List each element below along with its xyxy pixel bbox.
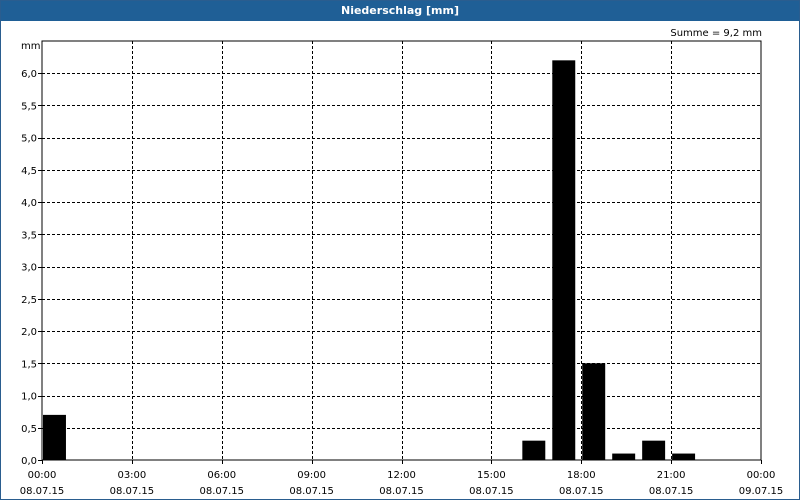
y-tick-label: 1,5 <box>21 359 37 370</box>
y-tick-label: 1,0 <box>21 392 37 403</box>
precipitation-bar <box>672 453 696 460</box>
y-tick-label: 2,5 <box>21 295 37 306</box>
y-tick-label: 2,0 <box>21 327 37 338</box>
x-tick-time: 00:00 <box>28 470 57 481</box>
precipitation-bar <box>642 440 666 460</box>
precipitation-bar <box>582 363 606 460</box>
x-tick-time: 00:00 <box>747 470 776 481</box>
x-tick-date: 08.07.15 <box>199 486 244 497</box>
y-tick-label: 5,0 <box>21 134 37 145</box>
precipitation-bar <box>552 60 576 460</box>
y-tick-label: 6,0 <box>21 69 37 80</box>
x-tick-date: 08.07.15 <box>110 486 155 497</box>
x-tick-time: 15:00 <box>477 470 506 481</box>
y-tick-label: 3,0 <box>21 263 37 274</box>
precipitation-bar <box>522 440 546 460</box>
x-tick-date: 08.07.15 <box>559 486 604 497</box>
y-tick-label: 3,5 <box>21 230 37 241</box>
sum-annotation: Summe = 9,2 mm <box>670 28 762 39</box>
x-tick-date: 08.07.15 <box>20 486 65 497</box>
x-tick-time: 06:00 <box>207 470 236 481</box>
precipitation-bar <box>43 414 66 460</box>
x-tick-time: 21:00 <box>657 470 686 481</box>
x-tick-time: 12:00 <box>387 470 416 481</box>
plot-area-border <box>41 40 762 461</box>
chart-plot: mm Summe = 9,2 mm 0,0 0,5 1,0 1,5 2,0 2,5 3,0 3… <box>20 28 784 497</box>
y-axis-unit-label: mm <box>21 41 40 52</box>
y-tick-label: 4,0 <box>21 198 37 209</box>
x-tick-date: 08.07.15 <box>289 486 334 497</box>
precipitation-bar <box>612 453 636 460</box>
x-tick-date: 08.07.15 <box>649 486 694 497</box>
x-tick-date: 08.07.15 <box>379 486 424 497</box>
x-tick-date: 09.07.15 <box>739 486 784 497</box>
x-tick-date: 08.07.15 <box>469 486 514 497</box>
y-tick-label: 4,5 <box>21 166 37 177</box>
x-tick-time: 03:00 <box>117 470 146 481</box>
y-tick-label: 0,0 <box>21 456 37 467</box>
y-tick-label: 0,5 <box>21 424 37 435</box>
x-tick-time: 18:00 <box>567 470 596 481</box>
x-tick-time: 09:00 <box>297 470 326 481</box>
y-tick-label: 5,5 <box>21 101 37 112</box>
